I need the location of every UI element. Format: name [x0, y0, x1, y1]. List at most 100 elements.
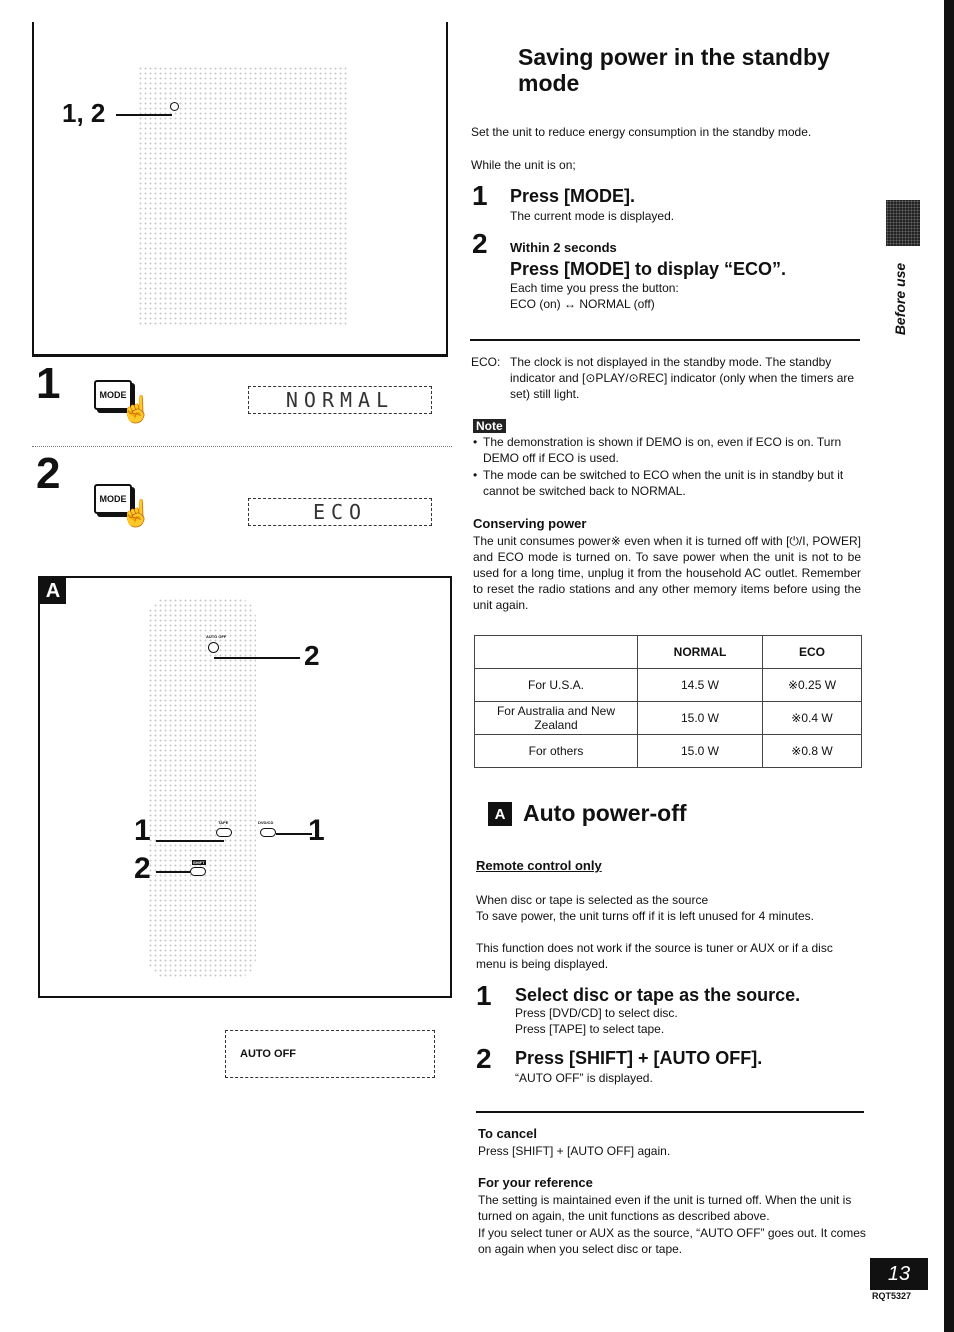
- divider: [32, 446, 452, 447]
- callout-shift-step: 2: [134, 852, 151, 885]
- document-code: RQT5327: [872, 1291, 912, 1301]
- remote-dvd-cd-label: DVD/CD: [258, 820, 274, 825]
- display-normal-text: NORMAL: [285, 388, 395, 412]
- auto-off-step-1-desc-2: Press [TAPE] to select tape.: [515, 1022, 665, 1036]
- standby-step-2-number: 2: [472, 228, 488, 259]
- conserving-power-title: Conserving power: [473, 516, 587, 531]
- standby-intro: Set the unit to reduce energy consumptio…: [471, 125, 812, 139]
- auto-off-p2: This function does not work if the sourc…: [476, 941, 833, 971]
- callout-line: [156, 871, 190, 873]
- callout-line: [156, 840, 224, 842]
- callout-steps-1-2: 1, 2: [62, 98, 106, 128]
- bullet-icon: •: [473, 435, 478, 449]
- pressing-hand-icon: ☝: [120, 498, 153, 528]
- mode-button-marker-icon: [170, 102, 179, 111]
- note-text: The mode can be switched to ECO when the…: [483, 468, 844, 498]
- remote-auto-off-label: AUTO OFF: [206, 634, 227, 639]
- remote-only-label: Remote control only: [476, 858, 602, 873]
- conserving-power-text: The unit consumes power※ even when it is…: [473, 534, 861, 612]
- note-item: • The mode can be switched to ECO when t…: [473, 467, 863, 499]
- reference-text-1: The setting is maintained even if the un…: [478, 1193, 852, 1223]
- remote-auto-off-button: [208, 642, 219, 653]
- figure-step-2-number: 2: [36, 449, 61, 498]
- to-cancel-text: Press [SHIFT] + [AUTO OFF] again.: [478, 1144, 671, 1158]
- standby-step-1-number: 1: [472, 180, 488, 211]
- note-badge: Note: [473, 417, 506, 435]
- table-cell: 14.5 W: [637, 668, 763, 702]
- standby-step-2-desc-1: Each time you press the button:: [510, 281, 679, 295]
- callout-tape-step: 1: [134, 814, 151, 847]
- figure-main-unit: 1, 2: [32, 22, 448, 357]
- auto-power-off-title: Auto power-off: [523, 800, 687, 826]
- standby-step-2-pre: Within 2 seconds: [510, 240, 617, 255]
- note-item: • The demonstration is shown if DEMO is …: [473, 434, 863, 466]
- chapter-tab-label: Before use: [870, 254, 930, 344]
- pressing-hand-icon: ☝: [120, 394, 153, 424]
- table-cell: ※0.25 W: [762, 668, 862, 702]
- display-auto-off: AUTO OFF: [225, 1030, 435, 1078]
- standby-step-2-desc-2: ECO (on) ↔ NORMAL (off): [510, 297, 655, 311]
- power-consumption-table: NORMAL ECO For U.S.A. 14.5 W ※0.25 W For…: [474, 635, 862, 768]
- table-header-cell: [474, 635, 638, 669]
- chapter-tab-marker: [886, 200, 920, 246]
- table-header-cell: ECO: [762, 635, 862, 669]
- display-auto-off-text: AUTO OFF: [240, 1048, 297, 1060]
- section-rule: [476, 1111, 864, 1113]
- reference-text-2: If you select tuner or AUX as the source…: [478, 1226, 866, 1256]
- auto-off-step-1-number: 1: [476, 980, 492, 1011]
- auto-off-step-2-desc: “AUTO OFF” is displayed.: [515, 1071, 653, 1085]
- figure-step-1-number: 1: [36, 359, 61, 408]
- note-label: Note: [473, 419, 506, 433]
- section-a-badge: A: [488, 802, 512, 826]
- remote-shift-label: SHIFT: [192, 860, 206, 865]
- remote-dvd-cd-button: [260, 828, 276, 837]
- chapter-tab-text: Before use: [892, 262, 908, 336]
- table-cell: ※0.8 W: [762, 734, 862, 768]
- table-cell: For others: [474, 734, 638, 768]
- auto-off-step-1-title: Select disc or tape as the source.: [515, 985, 801, 1005]
- table-row: For others 15.0 W ※0.8 W: [474, 734, 862, 768]
- section-a-badge: A: [40, 578, 66, 604]
- auto-off-step-1-desc-1: Press [DVD/CD] to select disc.: [515, 1006, 678, 1020]
- to-cancel-title: To cancel: [478, 1126, 538, 1141]
- table-cell: 15.0 W: [637, 734, 763, 768]
- page-number: 13: [870, 1258, 928, 1290]
- display-eco-text: ECO: [312, 500, 368, 524]
- standby-title: Saving power in the standby mode: [518, 44, 830, 96]
- display-eco: ECO: [248, 498, 432, 526]
- section-rule: [470, 339, 860, 341]
- remote-tape-label: TAPE: [218, 820, 229, 825]
- remote-shift-button: [190, 867, 206, 876]
- standby-step-1-desc: The current mode is displayed.: [510, 209, 675, 223]
- table-cell: ※0.4 W: [762, 701, 862, 735]
- eco-label: ECO:: [471, 355, 501, 369]
- callout-line: [276, 833, 312, 835]
- table-row: For U.S.A. 14.5 W ※0.25 W: [474, 668, 862, 702]
- table-cell: For Australia and New Zealand: [474, 701, 638, 735]
- callout-dvd-cd-step: 1: [308, 814, 325, 847]
- note-text: The demonstration is shown if DEMO is on…: [483, 435, 842, 465]
- standby-step-2-title: Press [MODE] to display “ECO”.: [510, 259, 787, 279]
- callout-line: [116, 114, 172, 116]
- auto-off-step-2-number: 2: [476, 1043, 492, 1074]
- reference-title: For your reference: [478, 1175, 593, 1190]
- table-cell: For U.S.A.: [474, 668, 638, 702]
- remote-tape-button: [216, 828, 232, 837]
- eco-description: The clock is not displayed in the standb…: [510, 355, 855, 401]
- while-unit-on: While the unit is on;: [471, 158, 576, 172]
- bullet-icon: •: [473, 468, 478, 482]
- callout-auto-off-step: 2: [304, 640, 320, 671]
- table-header-row: NORMAL ECO: [474, 635, 862, 669]
- auto-off-p1-line2: To save power, the unit turns off if it …: [476, 909, 814, 923]
- display-normal: NORMAL: [248, 386, 432, 414]
- page-number-text: 13: [887, 1262, 911, 1285]
- callout-line: [214, 657, 300, 659]
- standby-step-1-title: Press [MODE].: [510, 186, 636, 206]
- auto-off-p1-line1: When disc or tape is selected as the sou…: [476, 893, 709, 907]
- auto-off-step-2-title: Press [SHIFT] + [AUTO OFF].: [515, 1048, 763, 1068]
- table-header-cell: NORMAL: [637, 635, 763, 669]
- page-edge-border: [944, 0, 954, 1332]
- remote-control-illustration: [148, 598, 256, 978]
- table-row: For Australia and New Zealand 15.0 W ※0.…: [474, 701, 862, 735]
- table-cell: 15.0 W: [637, 701, 763, 735]
